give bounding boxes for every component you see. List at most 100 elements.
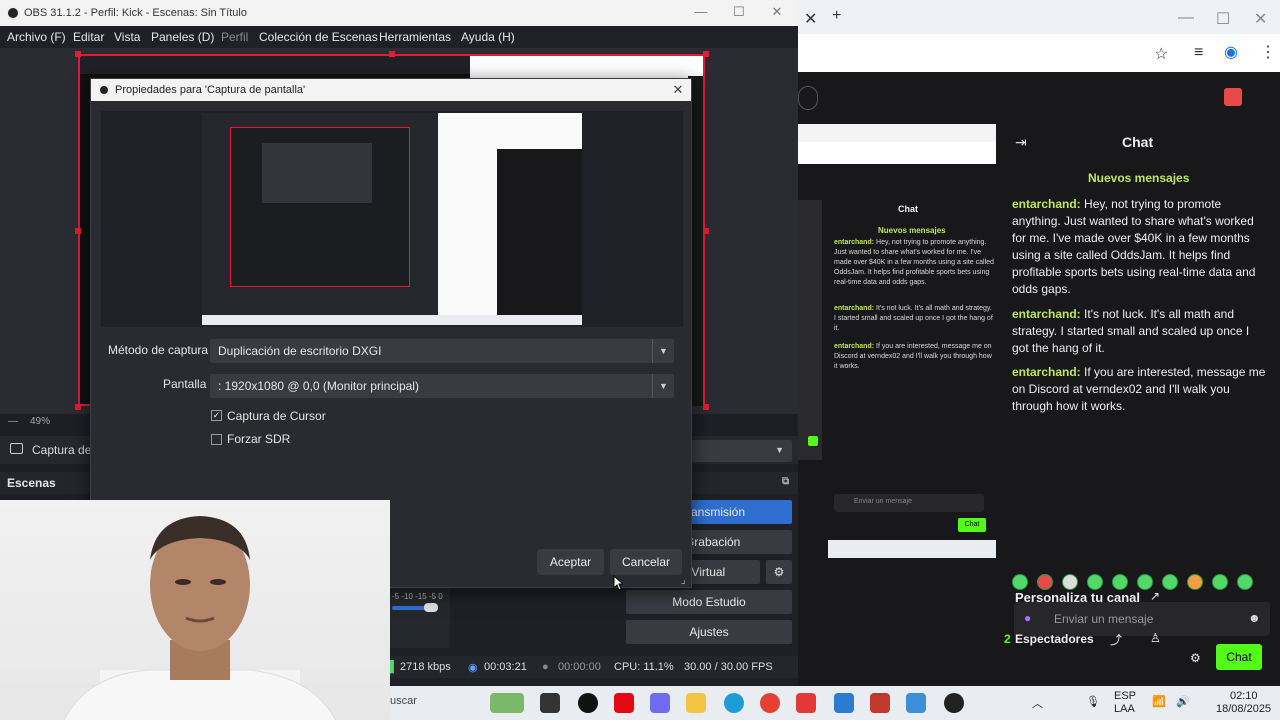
- source-dropdown[interactable]: ▼: [692, 440, 792, 462]
- menu-ayuda[interactable]: Ayuda (H): [461, 30, 515, 44]
- emote-icon[interactable]: [1012, 574, 1028, 590]
- clock-time[interactable]: 02:10: [1230, 690, 1258, 702]
- menu-coleccion-escenas[interactable]: Colección de Escenas: [259, 30, 378, 44]
- accept-button[interactable]: Aceptar: [537, 549, 604, 575]
- gear-icon[interactable]: ⚙: [1190, 651, 1201, 665]
- emote-icon[interactable]: [1187, 574, 1203, 590]
- microphone-icon[interactable]: 🎙: [1086, 695, 1100, 708]
- resize-handle[interactable]: [703, 51, 709, 57]
- tab-search-icon[interactable]: ≡: [1194, 44, 1203, 62]
- resize-handle[interactable]: [75, 404, 81, 410]
- star-icon[interactable]: ☆: [1154, 44, 1168, 64]
- mini-chat-input[interactable]: Enviar un mensaje: [834, 494, 984, 512]
- clock-date[interactable]: 18/08/2025: [1216, 703, 1271, 715]
- search-box[interactable]: uscar: [390, 695, 417, 707]
- menu-archivo[interactable]: Archivo (F): [7, 30, 66, 44]
- minimize-icon[interactable]: —: [1178, 9, 1194, 27]
- stream-time: 00:03:21: [484, 661, 527, 673]
- scenes-title: Escenas: [7, 476, 56, 490]
- keyboard-lang-top[interactable]: ESP: [1114, 690, 1136, 702]
- resize-handle[interactable]: [75, 228, 81, 234]
- collapse-icon[interactable]: ⇥: [1015, 134, 1027, 151]
- copilot-icon[interactable]: [650, 693, 670, 713]
- mini-chat-button[interactable]: Chat: [958, 518, 986, 532]
- emote-icon[interactable]: [1212, 574, 1228, 590]
- netflix-icon[interactable]: [614, 693, 634, 713]
- emote-icon[interactable]: [1112, 574, 1128, 590]
- cursor-checkbox[interactable]: ✓: [211, 410, 222, 421]
- obs-icon[interactable]: [944, 693, 964, 713]
- gear-icon[interactable]: ⚙: [766, 560, 792, 584]
- chevron-up-icon[interactable]: ︿: [1032, 695, 1043, 711]
- app-icon[interactable]: [834, 693, 854, 713]
- microphone-icon[interactable]: ●: [1024, 611, 1031, 625]
- thumb-chat: [497, 149, 582, 325]
- close-icon[interactable]: ✕: [1254, 9, 1267, 29]
- mini-taskbar: [828, 540, 996, 558]
- minimize-icon[interactable]: —: [686, 4, 716, 22]
- menu-vista[interactable]: Vista: [114, 30, 140, 44]
- zoom-out-icon[interactable]: —: [8, 416, 18, 427]
- add-user-icon[interactable]: ♙: [1150, 631, 1161, 645]
- emoji-icon[interactable]: ☻: [1248, 611, 1261, 625]
- close-tab-icon[interactable]: ✕: [804, 9, 817, 29]
- close-icon[interactable]: ✕: [762, 4, 792, 22]
- app-icon[interactable]: [796, 693, 816, 713]
- menu-paneles[interactable]: Paneles (D): [151, 30, 214, 44]
- tiktok-icon[interactable]: [578, 693, 598, 713]
- share-icon[interactable]: ⤴: [1110, 631, 1122, 648]
- wifi-icon[interactable]: 📶: [1152, 695, 1166, 708]
- edge-icon[interactable]: [724, 693, 744, 713]
- chrome-icon[interactable]: [760, 693, 780, 713]
- volume-slider-thumb[interactable]: [424, 603, 438, 612]
- sdr-checkbox[interactable]: [211, 434, 222, 445]
- emote-icon[interactable]: [1062, 574, 1078, 590]
- zoom-control[interactable]: — 49%: [0, 414, 100, 430]
- stream-icon: ◉: [468, 662, 478, 674]
- close-icon[interactable]: ✕: [669, 82, 687, 98]
- app-icon[interactable]: [540, 693, 560, 713]
- folder-icon[interactable]: [686, 693, 706, 713]
- emote-icon[interactable]: [1037, 574, 1053, 590]
- chat-send-button[interactable]: Chat: [1216, 644, 1262, 670]
- kebab-menu-icon[interactable]: ⋮: [1260, 42, 1276, 62]
- resize-handle[interactable]: [389, 51, 395, 57]
- menu-perfil[interactable]: Perfil: [221, 30, 248, 44]
- new-tab-icon[interactable]: +: [832, 7, 841, 25]
- record-time: 00:00:00: [558, 661, 601, 673]
- screen-select[interactable]: : 1920x1080 @ 0,0 (Monitor principal) ▼: [210, 374, 674, 398]
- capture-method-select[interactable]: Duplicación de escritorio DXGI ▼: [210, 339, 674, 363]
- maximize-icon[interactable]: ☐: [724, 4, 754, 22]
- chat-input[interactable]: ● Enviar un mensaje ☻: [1014, 602, 1270, 636]
- resize-handle[interactable]: [75, 51, 81, 57]
- resize-grip-icon[interactable]: ⌟: [681, 575, 686, 586]
- undock-icon[interactable]: ⧉: [782, 476, 789, 487]
- resize-handle[interactable]: [703, 228, 709, 234]
- emote-icon[interactable]: [1237, 574, 1253, 590]
- settings-button[interactable]: Ajustes: [626, 620, 792, 644]
- emote-icon[interactable]: [1087, 574, 1103, 590]
- cancel-button[interactable]: Cancelar: [610, 549, 682, 575]
- nested-obs-menubar: [80, 56, 470, 74]
- keyboard-lang-bottom[interactable]: LAA: [1114, 703, 1135, 715]
- profile-icon[interactable]: ◉: [1224, 42, 1238, 62]
- app-icon[interactable]: [870, 693, 890, 713]
- resize-handle[interactable]: [703, 404, 709, 410]
- tab-circle[interactable]: [798, 86, 818, 110]
- maximize-icon[interactable]: ☐: [1216, 9, 1230, 29]
- studio-mode-button[interactable]: Modo Estudio: [626, 590, 792, 614]
- screen-value: : 1920x1080 @ 0,0 (Monitor principal): [218, 379, 419, 393]
- emote-icon[interactable]: [1162, 574, 1178, 590]
- menu-herramientas[interactable]: Herramientas: [379, 30, 451, 44]
- emote-icon[interactable]: [1137, 574, 1153, 590]
- mini-chat-message: entarchand: It's not luck. It's all math…: [834, 305, 993, 332]
- person-silhouette: [63, 516, 336, 720]
- chat-message: entarchand: If you are interested, messa…: [1012, 365, 1266, 413]
- menu-editar[interactable]: Editar: [73, 30, 104, 44]
- extension-icon[interactable]: [1224, 88, 1242, 106]
- chat-message: entarchand: Hey, not trying to promote a…: [1012, 197, 1256, 296]
- notepad-icon[interactable]: [906, 693, 926, 713]
- viewer-count: 2: [1004, 632, 1011, 646]
- widget-icon[interactable]: [490, 693, 524, 713]
- volume-icon[interactable]: 🔊: [1176, 695, 1190, 708]
